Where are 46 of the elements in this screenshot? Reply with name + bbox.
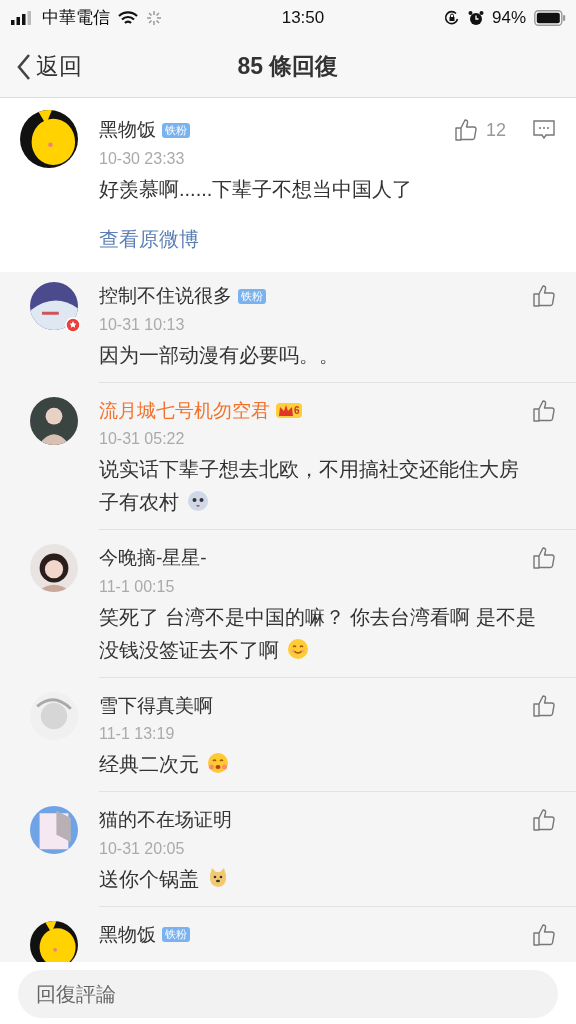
back-button[interactable]: 返回 (0, 49, 82, 84)
signal-icon (10, 11, 34, 25)
comment-date: 10-31 05:22 (99, 429, 186, 449)
thumbs-up-icon[interactable] (532, 808, 556, 833)
clock-time: 13:50 (281, 8, 325, 28)
page-title: 85 條回復 (237, 52, 339, 82)
comment-date: 11-1 13:19 (99, 724, 176, 744)
user-name[interactable]: 控制不住说很多 (99, 282, 232, 311)
loading-icon (146, 10, 162, 26)
thumbs-up-icon[interactable] (532, 398, 556, 423)
wifi-icon (118, 10, 138, 26)
battery-percent: 94% (491, 7, 526, 30)
user-name[interactable]: 猫的不在场证明 (99, 806, 232, 835)
comment-text: 经典二次元 (99, 748, 556, 781)
thumbs-up-icon[interactable] (453, 118, 478, 143)
user-name[interactable]: 黑物饭 (99, 116, 156, 145)
fan-badge: 铁粉 (162, 122, 190, 138)
carrier-name: 中華電信 (42, 7, 110, 30)
user-name[interactable]: 黑物饭 (99, 920, 156, 949)
fan-badge: 铁粉 (162, 927, 190, 943)
view-original-link[interactable]: 查看原微博 (99, 223, 199, 254)
comment-icon[interactable] (532, 119, 556, 142)
comment-text: 送你个锅盖 (99, 862, 556, 896)
post-date: 10-30 23:33 (99, 148, 186, 169)
fan-badge: 铁粉 (238, 288, 266, 304)
comment-text: 笑死了 台湾不是中国的嘛？ 你去台湾看啊 是不是没钱没签证去不了啊 (99, 604, 537, 663)
alarm-icon (467, 10, 484, 26)
thumbs-up-icon[interactable] (532, 922, 556, 947)
user-name[interactable]: 雪下得真美啊 (99, 691, 213, 720)
thumbs-up-icon[interactable] (532, 693, 556, 718)
crown-icon (278, 403, 294, 418)
comment-date: 10-31 20:05 (99, 838, 186, 859)
user-name[interactable]: 今晚摘-星星- (99, 544, 207, 573)
like-count: 12 (485, 118, 506, 142)
reply-input[interactable]: 回復評論 (18, 970, 558, 1018)
vip-crown-badge: 6 (276, 403, 302, 419)
comment-text: 因为一部动漫有必要吗。。 (99, 342, 340, 368)
comment-date: 11-1 00:15 (99, 576, 176, 597)
comment-date: 10-31 10:13 (99, 314, 186, 335)
comment-text: 好羡慕啊......下辈子不想当中国人了 (99, 176, 414, 202)
rotation-lock-icon (443, 10, 460, 26)
battery-icon (534, 10, 566, 26)
thumbs-up-icon[interactable] (532, 546, 556, 571)
comment-text: 说实话下辈子想去北欧，不用搞社交还能住大房子有农村 (99, 457, 520, 515)
chevron-left-icon (16, 52, 32, 81)
thumbs-up-icon[interactable] (532, 284, 556, 309)
